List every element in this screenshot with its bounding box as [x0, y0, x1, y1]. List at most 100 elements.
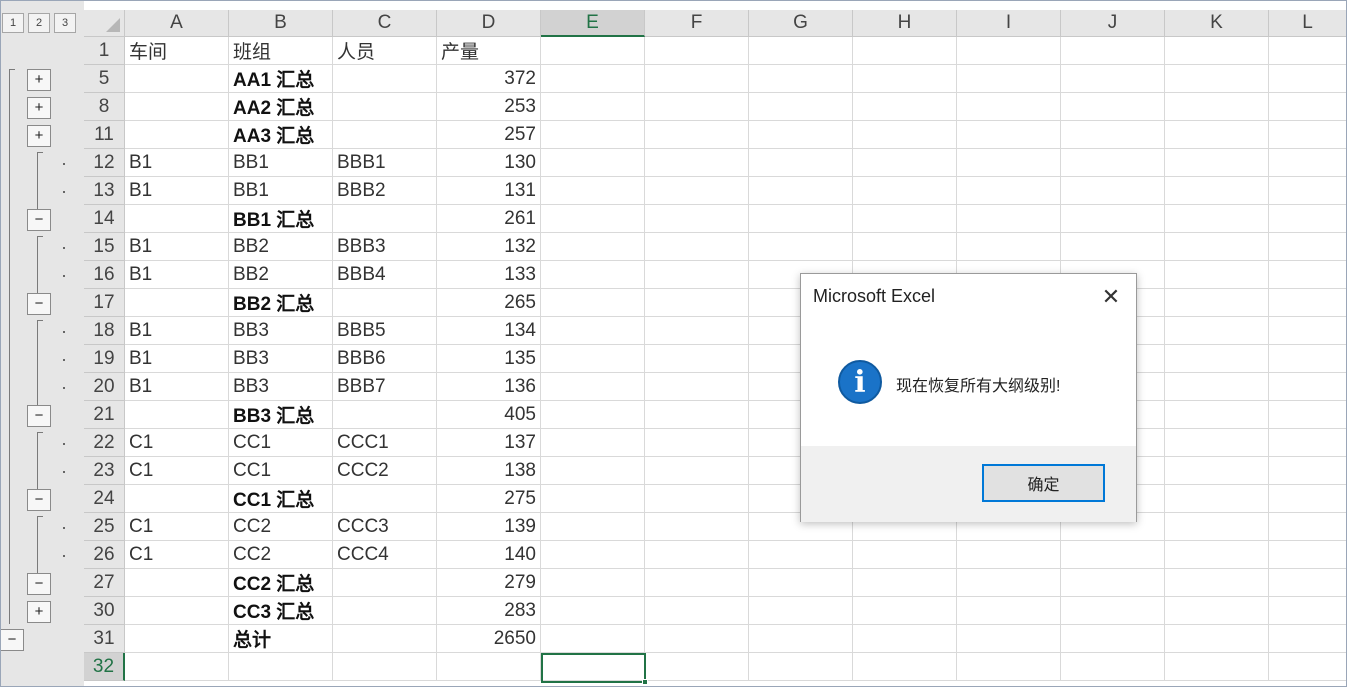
cell-l5[interactable] — [1269, 65, 1347, 93]
cell-f14[interactable] — [645, 205, 749, 233]
row-header[interactable]: 1 — [84, 37, 125, 65]
cell-b20[interactable]: BB3 — [229, 373, 333, 401]
cell-c14[interactable] — [333, 205, 437, 233]
cell-e20[interactable] — [541, 373, 645, 401]
cell-k31[interactable] — [1165, 625, 1269, 653]
cell-e16[interactable] — [541, 261, 645, 289]
cell-e15[interactable] — [541, 233, 645, 261]
cell-l8[interactable] — [1269, 93, 1347, 121]
column-header-b[interactable]: B — [229, 10, 333, 37]
cell-i14[interactable] — [957, 205, 1061, 233]
cell-b25[interactable]: CC2 — [229, 513, 333, 541]
cell-k20[interactable] — [1165, 373, 1269, 401]
row-header[interactable]: 14 — [84, 205, 125, 233]
cell-e27[interactable] — [541, 569, 645, 597]
cell-f8[interactable] — [645, 93, 749, 121]
cell-c16[interactable]: BBB4 — [333, 261, 437, 289]
cell-k27[interactable] — [1165, 569, 1269, 597]
cell-c27[interactable] — [333, 569, 437, 597]
row-header[interactable]: 21 — [84, 401, 125, 429]
cell-h15[interactable] — [853, 233, 957, 261]
cell-l19[interactable] — [1269, 345, 1347, 373]
column-header-l[interactable]: L — [1269, 10, 1347, 37]
cell-a27[interactable] — [125, 569, 229, 597]
cell-f20[interactable] — [645, 373, 749, 401]
cell-b31[interactable]: 总计 — [229, 625, 333, 653]
row-header[interactable]: 20 — [84, 373, 125, 401]
row-header[interactable]: 5 — [84, 65, 125, 93]
cell-k19[interactable] — [1165, 345, 1269, 373]
cell-e14[interactable] — [541, 205, 645, 233]
cell-a17[interactable] — [125, 289, 229, 317]
cell-g12[interactable] — [749, 149, 853, 177]
cell-h30[interactable] — [853, 597, 957, 625]
expand-group-row-5-button[interactable]: + — [27, 69, 51, 91]
cell-c5[interactable] — [333, 65, 437, 93]
cell-a31[interactable] — [125, 625, 229, 653]
cell-e22[interactable] — [541, 429, 645, 457]
collapse-group-row-31-button[interactable]: − — [0, 629, 24, 651]
row-header[interactable]: 12 — [84, 149, 125, 177]
cell-e12[interactable] — [541, 149, 645, 177]
cell-f23[interactable] — [645, 457, 749, 485]
cell-e13[interactable] — [541, 177, 645, 205]
cell-j32[interactable] — [1061, 653, 1165, 681]
cell-f12[interactable] — [645, 149, 749, 177]
cell-d23[interactable]: 138 — [437, 457, 541, 485]
cell-a8[interactable] — [125, 93, 229, 121]
row-header[interactable]: 18 — [84, 317, 125, 345]
cell-h26[interactable] — [853, 541, 957, 569]
cell-h14[interactable] — [853, 205, 957, 233]
column-header-f[interactable]: F — [645, 10, 749, 37]
cell-c32[interactable] — [333, 653, 437, 681]
cell-b5[interactable]: AA1 汇总 — [229, 65, 333, 93]
cell-g26[interactable] — [749, 541, 853, 569]
cell-l14[interactable] — [1269, 205, 1347, 233]
cell-g31[interactable] — [749, 625, 853, 653]
cell-b19[interactable]: BB3 — [229, 345, 333, 373]
cell-g14[interactable] — [749, 205, 853, 233]
row-header[interactable]: 32 — [84, 653, 125, 681]
cell-f25[interactable] — [645, 513, 749, 541]
cell-d32[interactable] — [437, 653, 541, 681]
cell-g32[interactable] — [749, 653, 853, 681]
cell-i5[interactable] — [957, 65, 1061, 93]
row-header[interactable]: 31 — [84, 625, 125, 653]
cell-f26[interactable] — [645, 541, 749, 569]
cell-g30[interactable] — [749, 597, 853, 625]
cell-c24[interactable] — [333, 485, 437, 513]
cell-c30[interactable] — [333, 597, 437, 625]
column-header-h[interactable]: H — [853, 10, 957, 37]
cell-j1[interactable] — [1061, 37, 1165, 65]
cell-b27[interactable]: CC2 汇总 — [229, 569, 333, 597]
cell-b12[interactable]: BB1 — [229, 149, 333, 177]
row-header[interactable]: 27 — [84, 569, 125, 597]
cell-a19[interactable]: B1 — [125, 345, 229, 373]
cell-c26[interactable]: CCC4 — [333, 541, 437, 569]
cell-l30[interactable] — [1269, 597, 1347, 625]
cell-c20[interactable]: BBB7 — [333, 373, 437, 401]
cell-d21[interactable]: 405 — [437, 401, 541, 429]
cell-h1[interactable] — [853, 37, 957, 65]
expand-group-row-8-button[interactable]: + — [27, 97, 51, 119]
row-header[interactable]: 26 — [84, 541, 125, 569]
column-header-g[interactable]: G — [749, 10, 853, 37]
cell-g8[interactable] — [749, 93, 853, 121]
column-header-d[interactable]: D — [437, 10, 541, 37]
cell-k25[interactable] — [1165, 513, 1269, 541]
cell-k24[interactable] — [1165, 485, 1269, 513]
ok-button[interactable]: 确定 — [982, 464, 1105, 502]
cell-k30[interactable] — [1165, 597, 1269, 625]
cell-l15[interactable] — [1269, 233, 1347, 261]
cell-f11[interactable] — [645, 121, 749, 149]
cell-f19[interactable] — [645, 345, 749, 373]
close-icon[interactable]: ✕ — [1100, 284, 1122, 309]
cell-k14[interactable] — [1165, 205, 1269, 233]
cell-i30[interactable] — [957, 597, 1061, 625]
collapse-group-row-27-button[interactable]: − — [27, 573, 51, 595]
cell-f31[interactable] — [645, 625, 749, 653]
cell-e30[interactable] — [541, 597, 645, 625]
cell-j31[interactable] — [1061, 625, 1165, 653]
cell-i11[interactable] — [957, 121, 1061, 149]
outline-level-3-button[interactable]: 3 — [54, 13, 76, 33]
